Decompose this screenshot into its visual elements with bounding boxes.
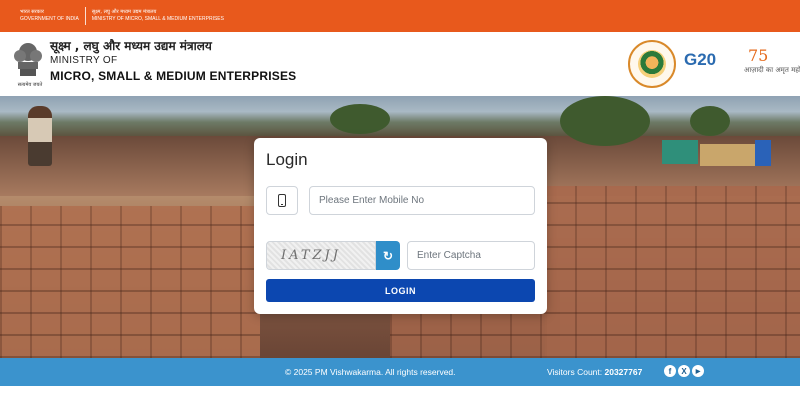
refresh-icon: ↻ xyxy=(382,248,394,263)
mobile-prefix xyxy=(266,186,298,215)
vishwakarma-logo xyxy=(628,40,676,88)
ministry-name: MICRO, SMALL & MEDIUM ENTERPRISES xyxy=(50,69,297,83)
emblem-caption: सत्यमेव जयते xyxy=(17,82,43,88)
page-bottom-margin xyxy=(0,386,800,400)
site-header: सत्यमेव जयते सूक्ष्म , लघु और मध्यम उद्य… xyxy=(0,32,800,96)
ministry-of-label: MINISTRY OF xyxy=(50,55,118,66)
facebook-icon[interactable]: f xyxy=(664,365,676,377)
visitors-count: 20327767 xyxy=(604,367,643,377)
youtube-icon[interactable]: ▶ xyxy=(692,365,704,377)
login-button[interactable]: LOGIN xyxy=(266,279,535,302)
captcha-input[interactable] xyxy=(407,241,535,270)
mobile-phone-icon xyxy=(278,194,286,207)
captcha-image: IATZJJ xyxy=(266,241,376,270)
copyright-text: © 2025 PM Vishwakarma. All rights reserv… xyxy=(285,367,456,377)
strip-divider xyxy=(84,7,86,25)
ministry-hindi-small: सूक्ष्म, लघु और मध्यम उद्यम मंत्रालय xyxy=(91,9,157,15)
captcha-refresh-button[interactable]: ↻ xyxy=(376,241,400,270)
government-strip: भारत सरकार GOVERNMENT OF INDIA सूक्ष्म, … xyxy=(0,0,800,32)
g20-logo: G20 xyxy=(684,50,716,70)
gov-english-label: GOVERNMENT OF INDIA xyxy=(20,16,79,22)
visitors-counter: Visitors Count: 20327767 xyxy=(547,367,642,377)
azadi-number: 75 xyxy=(748,46,769,65)
ministry-name-hindi: सूक्ष्म , लघु और मध्यम उद्यम मंत्रालय xyxy=(50,39,212,53)
g20-text: G20 xyxy=(684,50,717,69)
site-footer: © 2025 PM Vishwakarma. All rights reserv… xyxy=(0,358,800,386)
azadi-text: आज़ादी का अमृत महोत्सव xyxy=(744,66,800,74)
x-icon[interactable]: X xyxy=(678,365,690,377)
login-card: Login IATZJJ ↻ LOGIN xyxy=(254,138,547,314)
gov-of-india: भारत सरकार GOVERNMENT OF INDIA xyxy=(20,9,85,23)
gov-hindi-label: भारत सरकार xyxy=(20,9,44,15)
ministry-strip-label: सूक्ष्म, लघु और मध्यम उद्यम मंत्रालय MIN… xyxy=(92,9,230,23)
azadi-ka-amrit-mahotsav-logo: 75 आज़ादी का अमृत महोत्सव xyxy=(742,46,800,82)
visitors-label: Visitors Count: xyxy=(547,367,603,377)
mobile-number-input[interactable] xyxy=(309,186,535,215)
login-title: Login xyxy=(266,150,308,169)
ministry-english-small: MINISTRY OF MICRO, SMALL & MEDIUM ENTERP… xyxy=(91,16,224,22)
